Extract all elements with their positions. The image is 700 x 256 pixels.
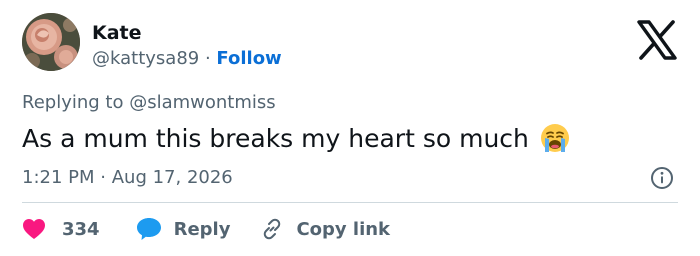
reply-button[interactable]: Reply: [136, 217, 231, 241]
avatar[interactable]: [22, 13, 80, 71]
reply-bubble-icon: [136, 218, 161, 240]
x-logo-icon[interactable]: [636, 20, 678, 60]
tweet-time: 1:21 PM: [22, 167, 95, 188]
action-bar: 334 Reply Copy link: [22, 214, 390, 244]
loudly-crying-emoji-icon: [540, 124, 569, 152]
user-handle[interactable]: @kattysa89: [92, 48, 199, 69]
info-icon[interactable]: [650, 166, 674, 190]
link-icon: [264, 218, 281, 240]
replying-handle[interactable]: @slamwontmiss: [129, 92, 275, 113]
tweet-card: Kate @kattysa89 · Follow Replying to @sl…: [0, 0, 700, 256]
divider: [22, 202, 678, 203]
tweet-text: As a mum this breaks my heart so much: [22, 122, 571, 154]
handle-separator: ·: [204, 48, 211, 69]
tweet-date: Aug 17, 2026: [111, 167, 233, 188]
timestamp-separator: ·: [100, 167, 106, 188]
copy-link-label: Copy link: [296, 218, 391, 240]
reply-label: Reply: [173, 218, 231, 240]
heart-icon: [23, 219, 45, 239]
avatar-rose-image: [22, 13, 80, 71]
tweet-body: As a mum this breaks my heart so much: [22, 123, 529, 153]
follow-button[interactable]: Follow: [216, 48, 281, 69]
replying-to: Replying to @slamwontmiss: [22, 92, 276, 113]
like-count: 334: [62, 218, 100, 240]
like-button[interactable]: 334: [22, 218, 100, 240]
display-name[interactable]: Kate: [92, 22, 142, 44]
copy-link-button[interactable]: Copy link: [260, 217, 390, 241]
handle-row: @kattysa89 · Follow: [92, 48, 282, 69]
replying-prefix: Replying to: [22, 92, 124, 113]
tweet-timestamp[interactable]: 1:21 PM · Aug 17, 2026: [22, 167, 233, 188]
